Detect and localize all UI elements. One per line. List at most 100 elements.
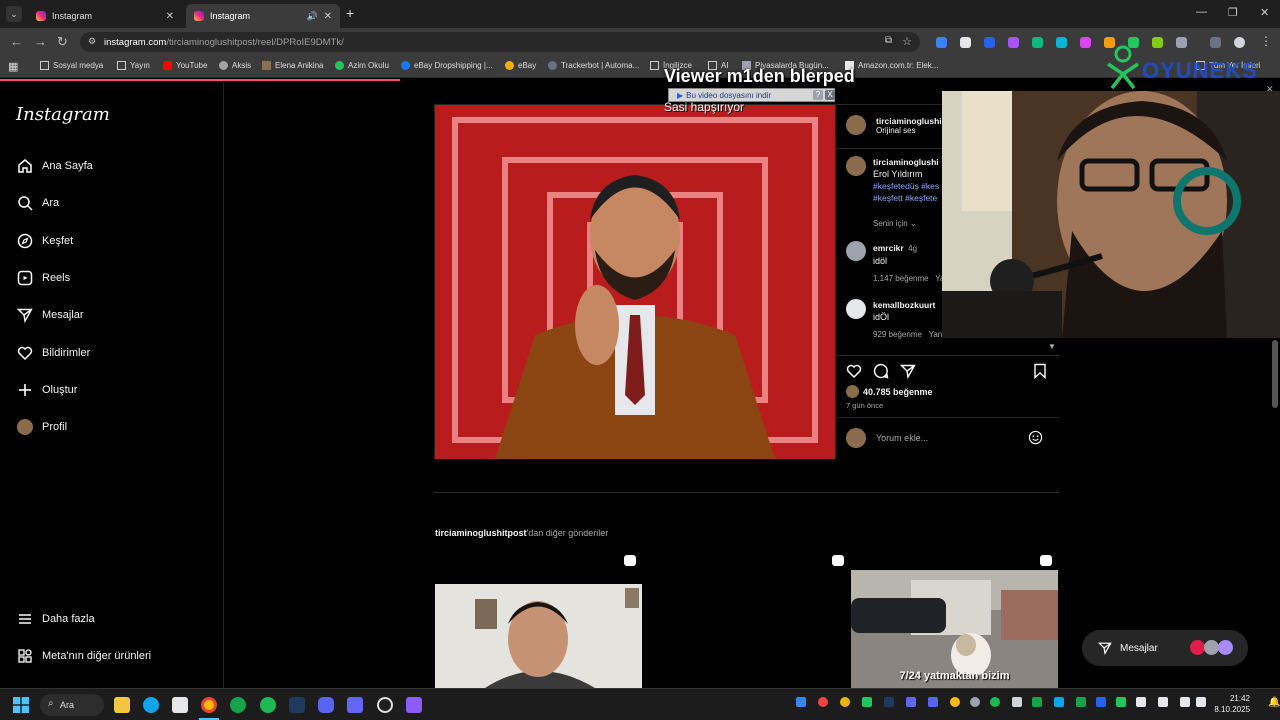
- page-scrollbar[interactable]: [1272, 340, 1278, 408]
- nav-more[interactable]: Daha fazla: [16, 610, 95, 628]
- bookmark-yayin[interactable]: Yayın: [117, 61, 150, 70]
- nav-notifications[interactable]: Bildirimler: [16, 344, 90, 362]
- bookmark-elena-anikina[interactable]: Elena Anikina: [262, 61, 323, 70]
- audio-label[interactable]: Orijinal ses: [876, 126, 942, 135]
- post-thumbnail[interactable]: 7/24 yatmaktan bizim: [851, 570, 1058, 688]
- taskbar-search[interactable]: ⌕ Ara: [40, 694, 104, 716]
- nav-reels[interactable]: Reels: [16, 269, 70, 287]
- extension-icon[interactable]: [984, 37, 995, 48]
- browser-menu-icon[interactable]: ⋮: [1260, 34, 1272, 48]
- tray-icon[interactable]: [970, 697, 980, 707]
- network-icon[interactable]: [1180, 697, 1190, 707]
- tray-icon[interactable]: [1012, 697, 1022, 707]
- hashtags[interactable]: #keşfett #keşfete: [873, 192, 939, 204]
- nav-create[interactable]: Oluştur: [16, 381, 77, 399]
- apps-grid-icon[interactable]: ▦: [8, 60, 18, 73]
- app-icon[interactable]: [347, 697, 363, 713]
- nav-messages[interactable]: Mesajlar: [16, 306, 84, 324]
- scroll-down-arrow-icon[interactable]: ▼: [1048, 342, 1056, 351]
- close-overlay-icon[interactable]: ✕: [1266, 84, 1274, 95]
- file-explorer-icon[interactable]: [114, 697, 130, 713]
- extension-icon[interactable]: [936, 37, 947, 48]
- nav-explore[interactable]: Keşfet: [16, 232, 73, 250]
- like-button[interactable]: [846, 363, 862, 379]
- reading-list-icon[interactable]: [1210, 37, 1221, 48]
- extension-icon[interactable]: [1080, 37, 1091, 48]
- save-button[interactable]: [1032, 363, 1048, 379]
- author-avatar[interactable]: [846, 115, 866, 135]
- extension-icon[interactable]: [1008, 37, 1019, 48]
- bookmark-aksis[interactable]: Aksis: [219, 61, 251, 70]
- bluetooth-icon[interactable]: [1096, 697, 1106, 707]
- bookmark-star-icon[interactable]: ☆: [902, 35, 912, 48]
- spotify-icon[interactable]: [260, 697, 276, 713]
- extensions-puzzle-icon[interactable]: [1176, 37, 1187, 48]
- back-icon[interactable]: ←: [10, 34, 23, 49]
- commenter-avatar[interactable]: [846, 299, 866, 319]
- reload-icon[interactable]: ↻: [57, 34, 68, 50]
- tab-search-button[interactable]: ⌄: [6, 6, 22, 22]
- volume-icon[interactable]: [1136, 697, 1146, 707]
- download-close-icon[interactable]: X: [825, 90, 835, 100]
- bookmark-ebay[interactable]: eBay: [505, 61, 536, 70]
- xbox-icon[interactable]: [230, 697, 246, 713]
- hashtags[interactable]: #keşfetedüş #kes: [873, 180, 939, 192]
- extension-icon[interactable]: [1152, 37, 1163, 48]
- emoji-icon[interactable]: [1028, 430, 1043, 445]
- bookmark-amazon[interactable]: Amazon.com.tr: Elek...: [845, 61, 938, 70]
- video-download-bar[interactable]: ▶ Bu video dosyasını indir ? X: [668, 88, 835, 102]
- nav-profile[interactable]: Profil: [16, 418, 67, 436]
- tray-icon[interactable]: [1054, 697, 1064, 707]
- tray-icon[interactable]: [840, 697, 850, 707]
- install-app-icon[interactable]: ⧉: [885, 35, 892, 46]
- bookmark-youtube[interactable]: YouTube: [163, 61, 207, 70]
- address-bar[interactable]: ⚙ instagram.com/tirciaminoglushitpost/re…: [80, 32, 920, 52]
- comment-button[interactable]: [873, 363, 889, 379]
- close-tab-icon[interactable]: ✕: [324, 11, 332, 22]
- profile-avatar[interactable]: [1234, 37, 1245, 48]
- extension-icon[interactable]: [1032, 37, 1043, 48]
- tray-icon[interactable]: [1032, 697, 1042, 707]
- new-tab-button[interactable]: +: [346, 5, 354, 21]
- nav-search[interactable]: Ara: [16, 194, 59, 212]
- tab-instagram-1[interactable]: Instagram ✕: [28, 4, 182, 28]
- steam-icon[interactable]: [289, 697, 305, 713]
- edge-icon[interactable]: [143, 697, 159, 713]
- reel-video[interactable]: [435, 105, 835, 459]
- minimize-icon[interactable]: —: [1196, 6, 1207, 18]
- tab-instagram-2[interactable]: Instagram 🔊 ✕: [186, 4, 340, 28]
- tray-icon[interactable]: [1076, 697, 1086, 707]
- tray-icon[interactable]: [928, 697, 938, 707]
- tray-icon[interactable]: [862, 697, 872, 707]
- taskbar-clock[interactable]: 21:42 8.10.2025: [1214, 693, 1250, 715]
- site-info-icon[interactable]: ⚙: [88, 36, 96, 47]
- restore-icon[interactable]: ❐: [1228, 6, 1238, 19]
- microphone-icon[interactable]: [1158, 697, 1168, 707]
- tray-icon[interactable]: [1116, 697, 1126, 707]
- tray-icon[interactable]: [884, 697, 894, 707]
- windows-start-icon[interactable]: [13, 697, 29, 713]
- tray-icon[interactable]: [950, 697, 960, 707]
- like-summary[interactable]: 40.785 beğenme: [846, 385, 933, 398]
- bookmark-ebay-dropshipping[interactable]: eBay Dropshipping |...: [401, 61, 493, 70]
- author-username[interactable]: tirciaminoglushi: [876, 116, 942, 126]
- nav-home[interactable]: Ana Sayfa: [16, 157, 93, 175]
- obs-icon[interactable]: [377, 697, 393, 713]
- share-button[interactable]: [900, 363, 916, 379]
- speaker-icon[interactable]: [1196, 697, 1206, 707]
- download-help-icon[interactable]: ?: [813, 90, 823, 100]
- bookmark-sosyal-medya[interactable]: Sosyal medya: [40, 61, 103, 70]
- nav-meta-products[interactable]: Meta'nın diğer ürünleri: [16, 647, 151, 665]
- extension-icon[interactable]: [1056, 37, 1067, 48]
- close-window-icon[interactable]: ✕: [1260, 6, 1269, 19]
- tray-icon[interactable]: [818, 697, 828, 707]
- messages-floating-button[interactable]: Mesajlar: [1082, 630, 1248, 666]
- bookmark-azim-okulu[interactable]: Azim Okulu: [335, 61, 389, 70]
- chrome-icon[interactable]: [201, 697, 217, 713]
- notification-bell-icon[interactable]: 🔔: [1268, 697, 1280, 708]
- instagram-logo[interactable]: Instagram: [16, 104, 110, 125]
- tray-icon[interactable]: [796, 697, 806, 707]
- post-thumbnail[interactable]: [435, 584, 642, 688]
- comment-input[interactable]: Yorum ekle...: [876, 433, 928, 443]
- tray-icon[interactable]: [906, 697, 916, 707]
